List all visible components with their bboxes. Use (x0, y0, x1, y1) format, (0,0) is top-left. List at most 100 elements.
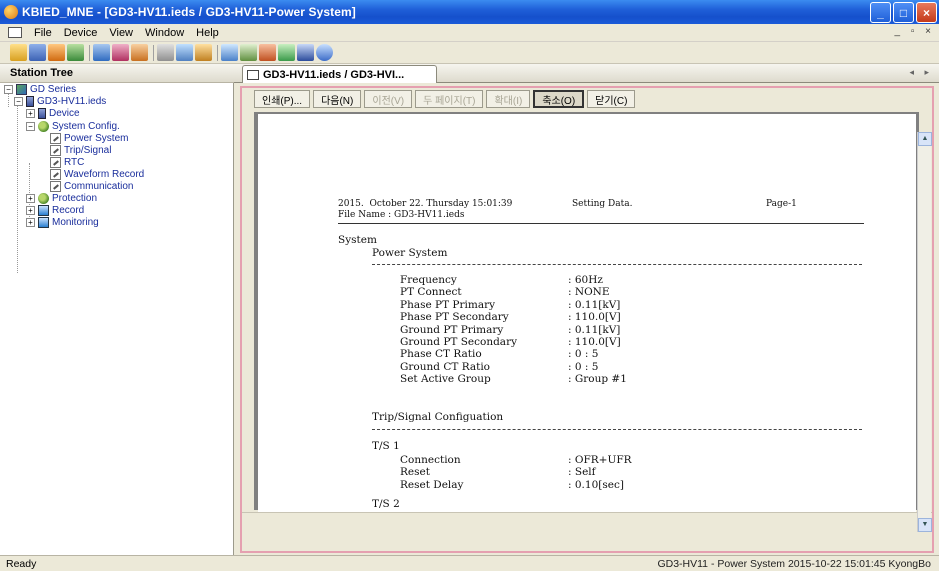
maximize-button[interactable]: □ (893, 2, 914, 23)
expand-toggle[interactable]: + (26, 217, 35, 227)
tree-node-protection[interactable]: + Protection (26, 192, 97, 204)
refresh-icon[interactable] (131, 44, 148, 61)
two-page-button[interactable]: 두 페이지(T) (415, 90, 484, 108)
dashed-rule (372, 429, 862, 430)
report-row-label: Ground PT Primary (400, 323, 504, 336)
tree-node-trip-signal[interactable]: Trip/Signal (50, 144, 111, 156)
report-row-value: : 0 : 5 (568, 360, 599, 373)
tree-node-ieds-file[interactable]: − GD3-HV11.ieds (14, 95, 106, 107)
expand-toggle[interactable]: + (26, 205, 35, 215)
series-icon (16, 83, 27, 95)
prev-page-button[interactable]: 이전(V) (364, 90, 413, 108)
compare-icon[interactable] (112, 44, 129, 61)
report-row-value: : Group #1 (568, 373, 627, 386)
report-row-value: : 0 : 5 (568, 348, 599, 361)
ts2-title: T/S 2 (372, 498, 400, 510)
collapse-toggle[interactable]: − (26, 121, 35, 131)
tree-node-monitoring[interactable]: + Monitoring (26, 216, 99, 228)
subsection-power-system: Power System (372, 247, 448, 259)
report-row-label: Phase PT Primary (400, 298, 496, 311)
setting-icon (50, 168, 61, 180)
menu-device[interactable]: Device (58, 27, 104, 39)
app-icon (4, 5, 18, 19)
toolbar-separator (217, 44, 218, 61)
zoom-in-button[interactable]: 확대(I) (486, 90, 531, 108)
section-system: System (338, 234, 377, 246)
wave-icon[interactable] (259, 44, 276, 61)
open-icon[interactable] (10, 44, 27, 61)
close-preview-button[interactable]: 닫기(C) (587, 90, 636, 108)
menu-help[interactable]: Help (190, 27, 225, 39)
device-icon (38, 107, 46, 119)
report-file-name: File Name : GD3-HV11.ieds (338, 210, 465, 220)
tab-power-system[interactable]: GD3-HV11.ieds / GD3-HVI... (242, 65, 437, 83)
help-icon[interactable] (316, 44, 333, 61)
settings-icon[interactable] (157, 44, 174, 61)
collapse-toggle[interactable]: − (4, 84, 13, 94)
setting-icon (50, 144, 61, 156)
header-rule (338, 223, 864, 224)
report-row-value: : NONE (568, 286, 610, 299)
menu-bar: File Device View Window Help _ ▫ × (0, 24, 939, 42)
report-row-label: Phase CT Ratio (400, 348, 482, 361)
event-icon[interactable] (195, 44, 212, 61)
next-page-button[interactable]: 다음(N) (313, 90, 362, 108)
close-button[interactable]: × (916, 2, 937, 23)
menu-window[interactable]: Window (139, 27, 190, 39)
mdi-controls[interactable]: _ ▫ × (894, 26, 935, 37)
tab-strip: GD3-HV11.ieds / GD3-HVI... ◂ ▸ (234, 64, 939, 83)
report-row-value: : 0.11[kV] (568, 323, 621, 336)
status-ready: Ready (6, 557, 37, 570)
toolbar-separator (153, 44, 154, 61)
document-icon[interactable] (8, 27, 22, 38)
main-toolbar (0, 42, 939, 64)
report-row-value: : 110.0[V] (568, 336, 621, 348)
report-row-value: : 60Hz (568, 274, 603, 286)
expand-toggle[interactable]: + (26, 193, 35, 203)
station-tree-header: Station Tree (0, 64, 234, 83)
menu-view[interactable]: View (103, 27, 139, 39)
report-row-label: Connection (400, 454, 461, 466)
upload-icon[interactable] (67, 44, 84, 61)
tree-node-power-system[interactable]: Power System (50, 132, 128, 144)
tree-node-waveform-record[interactable]: Waveform Record (50, 168, 144, 180)
expand-toggle[interactable]: + (26, 108, 35, 118)
vertical-scrollbar[interactable]: ▲ ▼ (917, 132, 932, 532)
tool-icon[interactable] (240, 44, 257, 61)
status-info: GD3-HV11 - Power System 2015-10-22 15:01… (657, 557, 931, 570)
menu-file[interactable]: File (28, 27, 58, 39)
setting-icon (50, 132, 61, 144)
report-row-label: Reset (400, 466, 430, 479)
gear-icon (38, 120, 49, 132)
preview-canvas: 2015. October 22. Thursday 15:01:39 Sett… (254, 112, 919, 512)
tree-node-record[interactable]: + Record (26, 204, 84, 216)
scroll-down-icon[interactable]: ▼ (918, 518, 932, 532)
minimize-button[interactable]: _ (870, 2, 891, 23)
tree-node-communication[interactable]: Communication (50, 180, 133, 192)
tree-node-gd-series[interactable]: − GD Series (4, 83, 76, 95)
scroll-up-icon[interactable]: ▲ (918, 132, 932, 146)
save-icon[interactable] (29, 44, 46, 61)
tab-scroll-arrows[interactable]: ◂ ▸ (909, 67, 933, 78)
connect-icon[interactable] (48, 44, 65, 61)
report-page[interactable]: 2015. October 22. Thursday 15:01:39 Sett… (258, 114, 916, 512)
window-icon[interactable] (221, 44, 238, 61)
dashed-rule (372, 264, 862, 265)
download-icon[interactable] (93, 44, 110, 61)
report-row-value: : OFR+UFR (568, 454, 632, 466)
delete-icon[interactable] (297, 44, 314, 61)
tree-node-system-config[interactable]: − System Config. (26, 120, 120, 132)
report-row-value: : 0.10[sec] (568, 478, 624, 491)
collapse-toggle[interactable]: − (14, 96, 23, 106)
report-row-label: Ground CT Ratio (400, 360, 490, 373)
print-icon[interactable] (278, 44, 295, 61)
station-tree[interactable]: − GD Series − GD3-HV11.ieds + Device − S… (0, 83, 234, 555)
horizontal-scrollbar[interactable] (242, 512, 932, 528)
tree-node-rtc[interactable]: RTC (50, 156, 84, 168)
report-icon[interactable] (176, 44, 193, 61)
report-row-value: : Self (568, 466, 596, 479)
zoom-out-button[interactable]: 축소(O) (533, 90, 585, 108)
print-button[interactable]: 인쇄(P)... (254, 90, 311, 108)
document-icon (247, 69, 259, 80)
tree-node-device[interactable]: + Device (26, 107, 80, 119)
